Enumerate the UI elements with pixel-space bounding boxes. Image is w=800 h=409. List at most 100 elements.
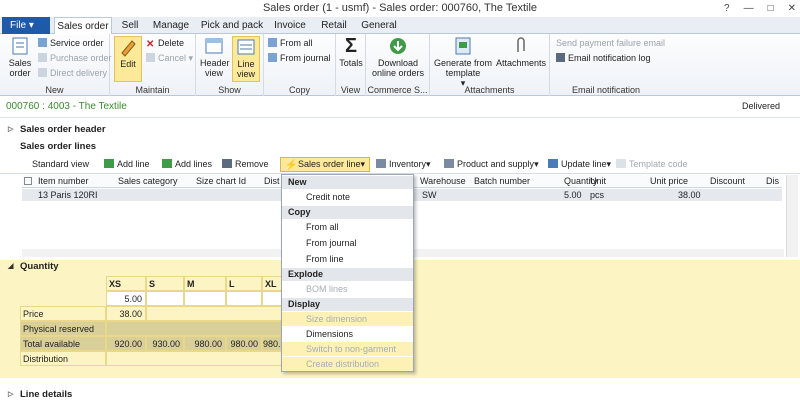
email-notification-log-button[interactable]: Email notification log xyxy=(556,53,651,64)
col-dis[interactable]: Dis xyxy=(766,176,779,186)
totals-button[interactable]: Σ Totals xyxy=(338,36,364,68)
add-line-button[interactable]: Add line xyxy=(104,159,150,170)
row-label-total-available: Total available xyxy=(20,336,106,351)
status-badge: Delivered xyxy=(741,101,780,111)
menu-item-from-line[interactable]: From line xyxy=(282,252,413,266)
copy-from-journal-button[interactable]: From journal xyxy=(268,53,331,64)
purchase-order-button[interactable]: Purchase order xyxy=(38,53,112,64)
sales-order-button[interactable]: Sales order xyxy=(6,36,34,78)
line-details-label: ▷ Line details xyxy=(8,389,73,400)
template-icon xyxy=(455,37,471,55)
menu-item-bom-lines[interactable]: BOM lines xyxy=(282,282,413,296)
log-icon xyxy=(556,53,565,62)
menu-item-from-journal[interactable]: From journal xyxy=(282,236,413,250)
generate-from-template-button[interactable]: Generate from template ▾ xyxy=(434,36,492,88)
remove-button[interactable]: Remove xyxy=(222,159,269,170)
close-icon[interactable]: ✕ xyxy=(788,0,796,17)
qty-s-input[interactable] xyxy=(146,291,184,306)
col-sales-category[interactable]: Sales category xyxy=(118,176,178,186)
size-header-xl: XL xyxy=(262,276,282,291)
send-payment-failure-email-button[interactable]: Send payment failure email xyxy=(556,38,665,49)
edit-button[interactable]: Edit xyxy=(114,36,142,82)
direct-delivery-icon xyxy=(38,68,47,77)
group-label-maintain: Maintain xyxy=(135,85,170,95)
qty-m-input[interactable] xyxy=(184,291,226,306)
fasttab-lines[interactable]: Sales order lines xyxy=(0,140,800,154)
download-online-orders-button[interactable]: Download online orders xyxy=(370,36,426,78)
qty-xs-input[interactable]: 5.00 xyxy=(106,291,146,306)
cell-unit[interactable]: pcs xyxy=(590,190,604,200)
header-view-button[interactable]: Header view xyxy=(200,36,230,78)
menu-item-from-all[interactable]: From all xyxy=(282,220,413,234)
add-lines-button[interactable]: Add lines xyxy=(162,159,212,170)
lines-toolbar: Standard view Add line Add lines Remove … xyxy=(0,156,800,174)
menu-item-dimensions[interactable]: Dimensions xyxy=(282,327,413,341)
col-warehouse[interactable]: Warehouse xyxy=(420,176,466,186)
delete-icon: ✕ xyxy=(146,39,155,50)
window-title: Sales order (1 - usmf) - Sales order: 00… xyxy=(262,2,538,14)
standard-view-button[interactable]: Standard view xyxy=(32,159,89,170)
attachments-button[interactable]: Attachments xyxy=(496,36,546,68)
product-and-supply-button[interactable]: Product and supply▾ xyxy=(444,159,539,170)
select-all-checkbox[interactable] xyxy=(24,177,32,185)
col-discount[interactable]: Discount xyxy=(710,176,745,186)
menu-item-credit-note[interactable]: Credit note xyxy=(282,190,413,204)
qty-l-input[interactable] xyxy=(226,291,262,306)
cell-warehouse[interactable]: SW xyxy=(422,190,437,200)
group-email: Send payment failure email Email notific… xyxy=(550,34,665,96)
price-xs: 38.00 xyxy=(106,306,146,321)
product-icon xyxy=(444,159,454,168)
service-order-button[interactable]: Service order xyxy=(38,38,104,49)
quantity-matrix: XS S M L XL 5.00 Price 38.00 Physical re… xyxy=(20,276,282,366)
col-batch-number[interactable]: Batch number xyxy=(474,176,530,186)
qty-xl-input[interactable] xyxy=(262,291,282,306)
tab-sell[interactable]: Sell xyxy=(114,17,146,34)
record-info-bar: 000760 : 4003 - The Textile Delivered xyxy=(0,96,800,118)
tab-retail[interactable]: Retail xyxy=(318,17,350,34)
size-header-xs: XS xyxy=(106,276,146,291)
direct-delivery-button[interactable]: Direct delivery xyxy=(38,68,107,79)
minimize-icon[interactable]: — xyxy=(744,0,754,17)
group-new: Sales order Service order Purchase order… xyxy=(0,34,112,96)
tab-general[interactable]: General xyxy=(358,17,400,34)
col-size-chart-id[interactable]: Size chart Id xyxy=(196,176,246,186)
download-icon xyxy=(390,38,406,54)
menu-item-size-dimension[interactable]: Size dimension xyxy=(282,312,413,326)
line-view-button[interactable]: Line view xyxy=(232,36,260,82)
group-label-view: View xyxy=(340,85,361,95)
tab-invoice[interactable]: Invoice xyxy=(270,17,310,34)
header-view-icon xyxy=(205,38,223,54)
delete-button[interactable]: ✕ Delete xyxy=(146,38,184,50)
col-dist[interactable]: Dist xyxy=(264,176,280,186)
cell-quantity[interactable]: 5.00 xyxy=(564,190,582,200)
collapse-arrow-icon: ◢ xyxy=(8,263,14,270)
copy-from-all-button[interactable]: From all xyxy=(268,38,313,49)
total-available-xs: 920.00 xyxy=(106,336,146,351)
file-tab[interactable]: File ▾ xyxy=(2,17,50,34)
grid-vertical-scrollbar[interactable] xyxy=(786,175,798,257)
template-code-button[interactable]: Template code xyxy=(616,159,688,170)
col-unit[interactable]: Unit xyxy=(590,176,606,186)
sales-order-line-button[interactable]: ⚡Sales order line▾ xyxy=(280,157,371,172)
purchase-order-icon xyxy=(38,53,47,62)
tab-manage[interactable]: Manage xyxy=(150,17,192,34)
update-line-button[interactable]: Update line▾ xyxy=(548,159,611,170)
total-available-m: 980.00 xyxy=(184,336,226,351)
cell-unit-price[interactable]: 38.00 xyxy=(678,190,701,200)
cell-item-number[interactable]: 13 Paris 120RI xyxy=(38,190,98,200)
inventory-button[interactable]: Inventory▾ xyxy=(376,159,431,170)
col-unit-price[interactable]: Unit price xyxy=(650,176,688,186)
maximize-icon[interactable]: □ xyxy=(768,0,774,17)
expand-arrow-icon: ▷ xyxy=(8,391,14,398)
cancel-button[interactable]: Cancel ▾ xyxy=(146,53,193,64)
menu-item-switch-non-garment[interactable]: Switch to non-garment xyxy=(282,342,413,356)
tab-sales-order[interactable]: Sales order xyxy=(54,17,112,35)
group-attachments: Generate from template ▾ Attachments Atta… xyxy=(430,34,550,96)
fasttab-line-details[interactable]: ▷ Line details xyxy=(0,388,800,402)
col-item-number[interactable]: Item number xyxy=(38,176,89,186)
menu-item-create-distribution[interactable]: Create distribution xyxy=(282,357,413,371)
tab-pick-and-pack[interactable]: Pick and pack xyxy=(200,17,264,34)
menu-section-new: New xyxy=(282,176,413,189)
help-icon[interactable]: ? xyxy=(724,0,730,17)
fasttab-header[interactable]: ▷ Sales order header xyxy=(0,123,800,137)
